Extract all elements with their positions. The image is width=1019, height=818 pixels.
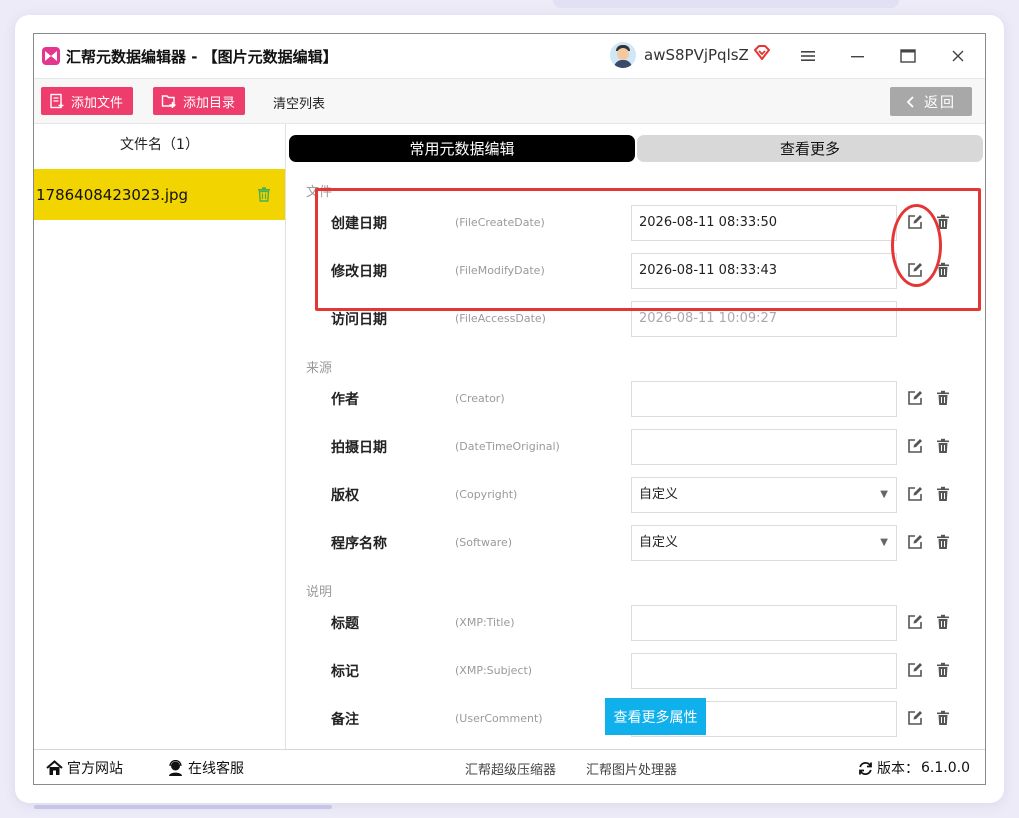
section-description: 说明: [306, 585, 333, 600]
field-label: 标记: [331, 664, 359, 680]
metadata-row: 版权 (Copyright) 自定义 ▼: [286, 477, 985, 513]
tab-view-more[interactable]: 查看更多: [637, 135, 983, 162]
field-label: 标题: [331, 616, 359, 632]
add-file-icon: [50, 93, 64, 109]
field-label: 程序名称: [331, 536, 387, 552]
edit-icon[interactable]: [907, 486, 923, 502]
metadata-row: 标题 (XMP:Title): [286, 605, 985, 641]
metadata-row: 拍摄日期 (DateTimeOriginal): [286, 429, 985, 465]
title-bar: 汇帮元数据编辑器 - 【图片元数据编辑】 awS8PVjPqlsZ: [34, 34, 985, 78]
official-website-label: 官方网站: [67, 761, 123, 777]
field-label: 版权: [331, 488, 359, 504]
field-key: (Creator): [455, 392, 505, 405]
field-value: 自定义: [639, 535, 679, 550]
refresh-icon: [859, 761, 872, 775]
trash-icon[interactable]: [935, 710, 951, 726]
metadata-row: 作者 (Creator): [286, 381, 985, 417]
trash-icon[interactable]: [257, 187, 271, 202]
add-folder-label: 添加目录: [183, 95, 236, 111]
add-folder-icon: [161, 95, 176, 108]
version-info[interactable]: 版本： 6.1.0.0: [858, 758, 970, 778]
field-key: (DateTimeOriginal): [455, 440, 560, 453]
field-key: (XMP:Subject): [455, 664, 533, 677]
image-processor-link[interactable]: 汇帮图片处理器: [586, 759, 677, 778]
close-icon[interactable]: [944, 42, 972, 70]
vip-diamond-icon[interactable]: [753, 44, 771, 62]
section-source: 来源: [306, 361, 333, 376]
user-avatar[interactable]: [610, 42, 636, 68]
field-key: (XMP:Title): [455, 616, 515, 629]
trash-icon[interactable]: [935, 534, 951, 550]
tab-common-metadata[interactable]: 常用元数据编辑: [289, 135, 635, 162]
support-agent-icon: [169, 760, 182, 776]
username[interactable]: awS8PVjPqlsZ: [644, 46, 749, 64]
add-file-button[interactable]: 添加文件: [41, 87, 134, 115]
back-button[interactable]: 返回: [890, 87, 972, 116]
chevron-left-icon: [906, 95, 914, 108]
field-key: (Software): [455, 536, 513, 549]
annotation-highlight-ellipse: [891, 204, 942, 287]
field-input[interactable]: [631, 429, 897, 465]
trash-icon[interactable]: [935, 486, 951, 502]
online-support-label: 在线客服: [188, 761, 244, 777]
trash-icon[interactable]: [935, 614, 951, 630]
metadata-row: 标记 (XMP:Subject): [286, 653, 985, 689]
minimize-icon[interactable]: [844, 42, 872, 70]
add-folder-button[interactable]: 添加目录: [153, 87, 246, 115]
edit-icon[interactable]: [907, 710, 923, 726]
field-label: 访问日期: [331, 312, 387, 328]
field-value: 自定义: [639, 487, 679, 502]
field-select[interactable]: 自定义 ▼: [631, 525, 897, 561]
status-bar: 官方网站 在线客服 汇帮超级压缩器 汇帮图片处理器 版本： 6.1.0.0: [34, 749, 985, 784]
menu-icon[interactable]: [794, 42, 822, 70]
view-more-attributes-button[interactable]: 查看更多属性: [605, 698, 706, 735]
field-label: 作者: [331, 392, 359, 408]
edit-icon[interactable]: [907, 534, 923, 550]
trash-icon[interactable]: [935, 662, 951, 678]
add-file-label: 添加文件: [71, 95, 124, 111]
clear-list-button[interactable]: 清空列表: [273, 93, 325, 112]
field-key: (UserComment): [455, 712, 543, 725]
edit-icon[interactable]: [907, 614, 923, 630]
window-title: 汇帮元数据编辑器 - 【图片元数据编辑】: [66, 48, 338, 66]
app-logo-icon: [42, 47, 60, 65]
background-shape: [553, 0, 899, 8]
app-window: 汇帮元数据编辑器 - 【图片元数据编辑】 awS8PVjPqlsZ 添加文件 添…: [33, 33, 986, 785]
online-support-link[interactable]: 在线客服: [167, 758, 244, 778]
dropdown-arrow-icon[interactable]: ▼: [880, 526, 888, 560]
background-bar: [34, 805, 332, 809]
field-key: (Copyright): [455, 488, 518, 501]
field-value: 2026-08-11 10:09:27: [639, 311, 778, 326]
maximize-icon[interactable]: [894, 42, 922, 70]
edit-icon[interactable]: [907, 390, 923, 406]
field-label: 备注: [331, 712, 359, 728]
back-label: 返回: [924, 94, 956, 111]
toolbar: 添加文件 添加目录 清空列表 返回: [34, 78, 985, 124]
field-select[interactable]: 自定义 ▼: [631, 477, 897, 513]
home-icon: [46, 760, 63, 775]
edit-icon[interactable]: [907, 438, 923, 454]
metadata-row: 程序名称 (Software) 自定义 ▼: [286, 525, 985, 561]
field-key: (FileAccessDate): [455, 312, 546, 325]
field-input[interactable]: [631, 381, 897, 417]
field-input[interactable]: [631, 605, 897, 641]
version-number: 6.1.0.0: [921, 760, 970, 776]
compressor-link[interactable]: 汇帮超级压缩器: [465, 759, 556, 778]
version-label: 版本：: [877, 761, 919, 777]
file-list-header: 文件名（1）: [120, 137, 199, 153]
file-name: 1786408423023.jpg: [36, 185, 189, 204]
official-website-link[interactable]: 官方网站: [46, 758, 123, 778]
edit-icon[interactable]: [907, 662, 923, 678]
trash-icon[interactable]: [935, 390, 951, 406]
dropdown-arrow-icon[interactable]: ▼: [880, 478, 888, 512]
field-label: 拍摄日期: [331, 440, 387, 456]
trash-icon[interactable]: [935, 438, 951, 454]
file-list-item[interactable]: 1786408423023.jpg: [34, 169, 285, 220]
annotation-highlight-box: [315, 188, 981, 311]
file-list-panel: 文件名（1） 1786408423023.jpg: [34, 124, 286, 749]
field-input[interactable]: [631, 653, 897, 689]
